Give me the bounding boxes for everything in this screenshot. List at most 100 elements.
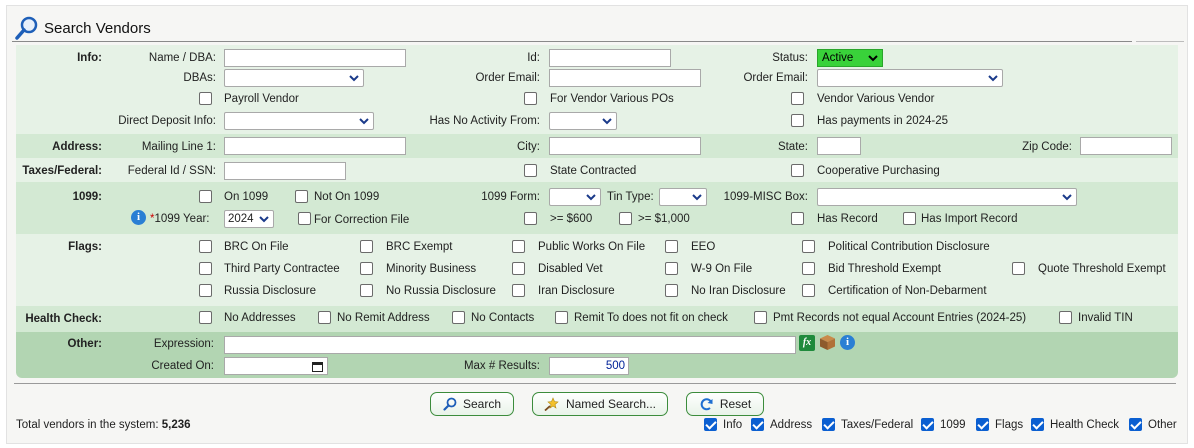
toggle-taxes-checkbox[interactable] bbox=[822, 418, 835, 431]
payroll-vendor-checkbox[interactable] bbox=[199, 92, 212, 105]
named-search-button[interactable]: Named Search... bbox=[532, 392, 668, 416]
name-dba-input[interactable] bbox=[224, 49, 406, 67]
no-activity-select[interactable] bbox=[549, 112, 617, 130]
vendor-various-vendor-label: Vendor Various Vendor bbox=[817, 93, 935, 105]
form-1099-label: 1099 Form: bbox=[481, 191, 540, 203]
has-payments-label: Has payments in 2024-25 bbox=[817, 115, 949, 127]
not-on-1099-checkbox[interactable] bbox=[295, 190, 308, 203]
chevron-down-icon bbox=[1062, 194, 1072, 201]
misc-box-select[interactable] bbox=[817, 188, 1077, 206]
gte-1000-checkbox[interactable] bbox=[619, 212, 632, 225]
mailing-line-input[interactable] bbox=[224, 137, 406, 155]
status-value: Active bbox=[822, 52, 854, 64]
toggle-other-checkbox[interactable] bbox=[1129, 418, 1142, 431]
health-check-checkbox[interactable] bbox=[754, 311, 767, 324]
fx-icon[interactable]: fx bbox=[799, 335, 815, 351]
flag-checkbox[interactable] bbox=[802, 240, 815, 253]
vendor-various-vendor-checkbox[interactable] bbox=[791, 92, 804, 105]
flag-label: Third Party Contractee bbox=[224, 263, 340, 275]
info-icon[interactable]: i bbox=[840, 335, 855, 350]
federal-id-input[interactable] bbox=[224, 162, 346, 180]
city-input[interactable] bbox=[549, 137, 701, 155]
toggle-health-check-checkbox[interactable] bbox=[1031, 418, 1044, 431]
other-section-label: Other: bbox=[67, 338, 103, 350]
flag-checkbox[interactable] bbox=[802, 284, 815, 297]
flag-checkbox[interactable] bbox=[360, 284, 373, 297]
t1099-section-label: 1099: bbox=[72, 191, 102, 203]
flag-checkbox[interactable] bbox=[360, 262, 373, 275]
flag-label: Iran Disclosure bbox=[538, 285, 615, 297]
flag-label: Quote Threshold Exempt bbox=[1038, 263, 1166, 275]
city-label: City: bbox=[517, 141, 540, 153]
state-contracted-label: State Contracted bbox=[550, 165, 637, 177]
has-import-record-checkbox[interactable] bbox=[903, 212, 916, 225]
flag-checkbox[interactable] bbox=[512, 240, 525, 253]
chevron-down-icon bbox=[359, 118, 369, 125]
expression-input[interactable] bbox=[224, 336, 796, 354]
has-payments-checkbox[interactable] bbox=[791, 114, 804, 127]
state-input[interactable] bbox=[817, 137, 861, 155]
flag-checkbox[interactable] bbox=[199, 262, 212, 275]
on-1099-checkbox[interactable] bbox=[199, 190, 212, 203]
order-email-select-label: Order Email: bbox=[743, 72, 808, 84]
reset-button[interactable]: Reset bbox=[686, 392, 764, 416]
status-select[interactable]: Active bbox=[817, 49, 883, 67]
health-check-checkbox[interactable] bbox=[452, 311, 465, 324]
health-check-checkbox[interactable] bbox=[1059, 311, 1072, 324]
search-magnifier-icon bbox=[15, 16, 38, 40]
flag-checkbox[interactable] bbox=[665, 240, 678, 253]
flag-label: Political Contribution Disclosure bbox=[828, 241, 990, 253]
year-1099-select[interactable]: 2024 bbox=[224, 210, 274, 228]
flag-checkbox[interactable] bbox=[512, 284, 525, 297]
info-icon[interactable]: i bbox=[131, 210, 146, 225]
box-icon[interactable] bbox=[819, 334, 836, 351]
flag-checkbox[interactable] bbox=[802, 262, 815, 275]
dbas-select[interactable] bbox=[224, 69, 364, 87]
direct-deposit-select[interactable] bbox=[224, 112, 374, 130]
no-activity-label: Has No Activity From: bbox=[429, 115, 540, 127]
name-dba-label: Name / DBA: bbox=[148, 52, 216, 64]
flag-checkbox[interactable] bbox=[199, 240, 212, 253]
calendar-icon[interactable] bbox=[312, 361, 323, 372]
flag-label: Public Works On File bbox=[538, 241, 646, 253]
flag-checkbox[interactable] bbox=[665, 262, 678, 275]
search-button[interactable]: Search bbox=[430, 392, 514, 416]
order-email-label: Order Email: bbox=[475, 72, 540, 84]
correction-file-checkbox[interactable] bbox=[298, 212, 311, 225]
named-search-button-label: Named Search... bbox=[565, 397, 657, 411]
chevron-down-icon bbox=[602, 118, 612, 125]
created-on-input[interactable] bbox=[224, 357, 328, 375]
payroll-vendor-label: Payroll Vendor bbox=[224, 93, 299, 105]
toggle-1099-label: 1099 bbox=[940, 419, 966, 431]
toggle-address-checkbox[interactable] bbox=[751, 418, 764, 431]
id-input[interactable] bbox=[549, 49, 671, 67]
order-email-input[interactable] bbox=[549, 69, 701, 87]
toggle-1099-checkbox[interactable] bbox=[921, 418, 934, 431]
toggle-health-check-label: Health Check bbox=[1050, 419, 1120, 431]
flag-checkbox[interactable] bbox=[665, 284, 678, 297]
zip-code-input[interactable] bbox=[1080, 137, 1172, 155]
gte-600-checkbox[interactable] bbox=[524, 212, 537, 225]
tin-type-select[interactable] bbox=[659, 188, 707, 206]
flag-checkbox[interactable] bbox=[360, 240, 373, 253]
health-check-label: No Addresses bbox=[224, 312, 296, 324]
title-divider bbox=[12, 41, 1132, 42]
toggle-info-checkbox[interactable] bbox=[704, 418, 717, 431]
flag-checkbox[interactable] bbox=[1012, 262, 1025, 275]
health-check-checkbox[interactable] bbox=[555, 311, 568, 324]
flag-checkbox[interactable] bbox=[512, 262, 525, 275]
health-check-checkbox[interactable] bbox=[318, 311, 331, 324]
cooperative-purchasing-checkbox[interactable] bbox=[791, 164, 804, 177]
has-record-checkbox[interactable] bbox=[791, 212, 804, 225]
health-check-checkbox[interactable] bbox=[199, 311, 212, 324]
toggle-other-label: Other bbox=[1148, 419, 1177, 431]
max-results-input[interactable] bbox=[549, 357, 629, 375]
direct-deposit-label: Direct Deposit Info: bbox=[118, 115, 216, 127]
for-vendor-various-checkbox[interactable] bbox=[524, 92, 537, 105]
toggle-flags-checkbox[interactable] bbox=[976, 418, 989, 431]
max-results-label: Max # Results: bbox=[463, 360, 540, 372]
order-email-select[interactable] bbox=[817, 69, 1003, 87]
form-1099-select[interactable] bbox=[549, 188, 601, 206]
state-contracted-checkbox[interactable] bbox=[524, 164, 537, 177]
flag-checkbox[interactable] bbox=[199, 284, 212, 297]
